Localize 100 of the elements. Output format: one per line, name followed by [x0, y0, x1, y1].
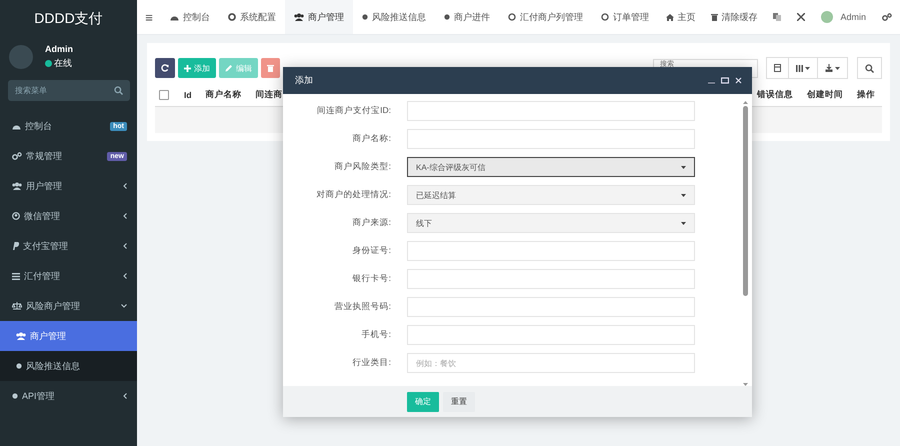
column-header: 商户名称 — [204, 89, 243, 101]
dialog-title: 添加 — [295, 74, 314, 87]
sidebar-item[interactable]: 风险商户管理 — [0, 291, 137, 321]
field-label: 银行卡号: — [352, 273, 392, 285]
sidebar-item-label: 风险商户管理 — [26, 300, 81, 312]
input-field[interactable] — [407, 101, 695, 121]
sidebar-item[interactable]: 微信管理 — [0, 201, 137, 231]
input-field[interactable] — [407, 297, 695, 317]
field-label: 身份证号: — [352, 245, 392, 257]
maximize-button[interactable] — [721, 77, 729, 84]
nav-tab-label: 订单管理 — [613, 10, 649, 24]
trash-icon — [711, 13, 718, 21]
sidebar-item-label: 常规管理 — [26, 150, 63, 162]
table-icon — [774, 64, 781, 72]
column-header: 错误信息 — [756, 89, 794, 101]
field-label: 营业执照号码: — [334, 301, 392, 313]
input-field[interactable] — [407, 269, 695, 289]
trash-icon — [267, 64, 274, 72]
sidebar-subitem[interactable]: 风险推送信息 — [0, 351, 137, 381]
nav-tab[interactable]: 订单管理 — [592, 0, 658, 34]
input-field[interactable] — [407, 129, 695, 149]
sidebar-item-label: 商户管理 — [30, 330, 67, 342]
user-menu[interactable]: Admin — [813, 0, 874, 34]
sidebar-item-label: 控制台 — [25, 120, 53, 132]
nav-tab[interactable]: 商户进件 — [435, 0, 499, 34]
menu-search-box[interactable]: 搜索菜单 — [8, 80, 130, 101]
refresh-button[interactable] — [155, 58, 175, 78]
nav-tab[interactable]: 系统配置 — [219, 0, 285, 34]
user-circle-icon — [12, 212, 20, 220]
reset-button[interactable]: 重置 — [443, 392, 475, 412]
user-name: Admin — [45, 44, 73, 54]
users-icon — [16, 332, 26, 340]
select-all-checkbox[interactable] — [159, 90, 169, 100]
paypal-icon — [12, 242, 19, 250]
input-field[interactable] — [407, 325, 695, 345]
search-icon — [114, 86, 123, 95]
sidebar-item-label: 汇付管理 — [24, 270, 61, 282]
dot-icon — [16, 363, 22, 369]
pencil-icon — [225, 64, 233, 72]
column-header: Id — [183, 90, 193, 100]
list-icon — [12, 272, 20, 280]
columns-icon — [796, 64, 803, 72]
nav-tab[interactable]: 风险推送信息 — [353, 0, 435, 34]
sidebar-item-label: API管理 — [22, 390, 56, 402]
dot-icon — [362, 14, 368, 20]
sidebar-item[interactable]: 用户管理 — [0, 171, 137, 201]
status-dot-icon — [45, 60, 52, 67]
caret-icon — [681, 194, 686, 196]
scrollbar[interactable] — [741, 101, 749, 386]
caret-icon — [835, 66, 840, 70]
nav-link[interactable]: 主页 — [658, 0, 704, 34]
gear-icon — [228, 13, 236, 21]
column-header: 间连商 — [254, 89, 284, 101]
caret-icon — [805, 66, 810, 70]
chevron-left-icon — [123, 183, 127, 189]
refresh-icon — [161, 64, 169, 72]
avatar — [9, 45, 33, 69]
cogs-icon — [12, 152, 22, 160]
menu-toggle[interactable]: ≡ — [137, 0, 161, 34]
nav-tab[interactable]: 控制台 — [161, 0, 219, 34]
nav-link-label: 清除缓存 — [721, 10, 758, 24]
sidebar-item[interactable]: 汇付管理 — [0, 261, 137, 291]
field-label: 商户来源: — [352, 217, 392, 229]
sidebar-item[interactable]: API管理 — [0, 381, 137, 411]
sidebar-subitem[interactable]: 商户管理 — [0, 321, 137, 351]
circle-icon — [601, 13, 609, 21]
sidebar-item-label: 支付宝管理 — [23, 240, 69, 252]
close-button[interactable] — [735, 77, 742, 84]
sidebar-item[interactable]: 支付宝管理 — [0, 231, 137, 261]
input-field[interactable]: 例如：餐饮 — [407, 353, 695, 373]
cogs-icon — [882, 13, 892, 21]
nav-tab-label: 汇付商户列管理 — [520, 10, 583, 24]
export-button[interactable] — [817, 57, 848, 79]
nav-tab[interactable]: 汇付商户列管理 — [499, 0, 592, 34]
nav-tab[interactable]: 商户管理 — [285, 0, 353, 34]
nav-link[interactable]: 清除缓存 — [703, 0, 766, 34]
chevron-left-icon — [123, 213, 127, 219]
nav-tab-label: 系统配置 — [240, 10, 276, 24]
export-icon — [825, 64, 833, 72]
select-field[interactable]: 已延迟结算 — [407, 185, 695, 205]
dot-icon — [444, 14, 450, 20]
input-field[interactable] — [407, 241, 695, 261]
menu-search-field[interactable]: 搜索菜单 — [15, 86, 105, 95]
column-header: 创建时间 — [806, 89, 844, 101]
select-field[interactable]: 线下 — [407, 213, 695, 233]
sidebar-item-label: 微信管理 — [24, 210, 61, 222]
field-label: 对商户的处理情况: — [316, 189, 392, 201]
search-icon — [865, 64, 874, 72]
home-icon — [666, 14, 674, 20]
nav-tab-label: 商户管理 — [308, 10, 344, 24]
chevron-left-icon — [123, 273, 127, 279]
caret-icon — [681, 222, 686, 224]
toggle-view-button[interactable] — [766, 57, 789, 79]
user-avatar — [821, 11, 834, 23]
search-button[interactable] — [857, 57, 882, 79]
select-field[interactable]: KA-综合评级灰可信 — [407, 157, 695, 177]
column-header: 操作 — [856, 89, 876, 101]
columns-button[interactable] — [788, 57, 818, 79]
field-label: 手机号: — [360, 329, 392, 341]
chevron-left-icon — [123, 393, 127, 399]
